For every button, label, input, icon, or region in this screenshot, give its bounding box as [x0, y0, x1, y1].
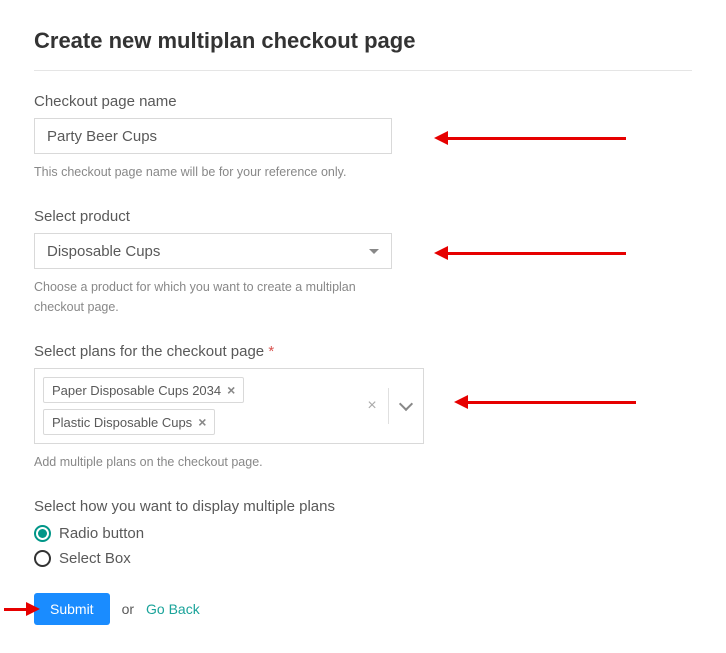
plan-tag: Plastic Disposable Cups ×: [43, 409, 215, 435]
display-radio-group: Radio button Select Box: [34, 525, 692, 567]
product-helper: Choose a product for which you want to c…: [34, 277, 392, 317]
plans-multiselect[interactable]: Paper Disposable Cups 2034 × Plastic Dis…: [34, 368, 424, 444]
radio-label: Radio button: [59, 525, 144, 542]
caret-down-icon: [369, 249, 379, 254]
remove-tag-icon[interactable]: ×: [227, 382, 235, 398]
multiselect-controls: ×: [356, 369, 423, 443]
checkout-name-helper: This checkout page name will be for your…: [34, 162, 392, 182]
arrow-annotation-icon: [444, 252, 626, 255]
product-label: Select product: [34, 208, 692, 225]
field-checkout-name: Checkout page name This checkout page na…: [34, 93, 692, 182]
submit-button[interactable]: Submit: [34, 593, 110, 625]
radio-label: Select Box: [59, 550, 131, 567]
divider: [34, 70, 692, 71]
remove-tag-icon[interactable]: ×: [198, 414, 206, 430]
chevron-down-icon: [399, 397, 413, 411]
plans-label: Select plans for the checkout page *: [34, 343, 692, 360]
plan-tag: Paper Disposable Cups 2034 ×: [43, 377, 244, 403]
radio-option-radio-button[interactable]: Radio button: [34, 525, 692, 542]
required-asterisk: *: [268, 343, 274, 360]
radio-indicator-icon: [34, 525, 51, 542]
arrow-annotation-icon: [444, 137, 626, 140]
page-title: Create new multiplan checkout page: [34, 28, 692, 54]
product-select[interactable]: Disposable Cups: [34, 233, 392, 269]
plan-tag-label: Paper Disposable Cups 2034: [52, 383, 221, 398]
checkout-name-label: Checkout page name: [34, 93, 692, 110]
plan-tag-label: Plastic Disposable Cups: [52, 415, 192, 430]
form-actions: Submit or Go Back: [34, 593, 692, 625]
checkout-name-input[interactable]: [34, 118, 392, 154]
plans-label-text: Select plans for the checkout page: [34, 343, 264, 360]
field-display-mode: Select how you want to display multiple …: [34, 498, 692, 567]
field-select-plans: Select plans for the checkout page * Pap…: [34, 343, 692, 472]
arrow-annotation-icon: [464, 401, 636, 404]
arrow-annotation-icon: [4, 608, 30, 611]
multiselect-toggle[interactable]: [389, 403, 423, 409]
radio-indicator-icon: [34, 550, 51, 567]
display-label: Select how you want to display multiple …: [34, 498, 692, 515]
radio-option-select-box[interactable]: Select Box: [34, 550, 692, 567]
field-select-product: Select product Disposable Cups Choose a …: [34, 208, 692, 317]
plans-helper: Add multiple plans on the checkout page.: [34, 452, 392, 472]
product-select-value: Disposable Cups: [47, 243, 160, 260]
clear-all-icon[interactable]: ×: [356, 397, 388, 415]
plans-tags-area: Paper Disposable Cups 2034 × Plastic Dis…: [35, 369, 356, 443]
go-back-link[interactable]: Go Back: [146, 601, 200, 617]
or-text: or: [122, 601, 134, 617]
